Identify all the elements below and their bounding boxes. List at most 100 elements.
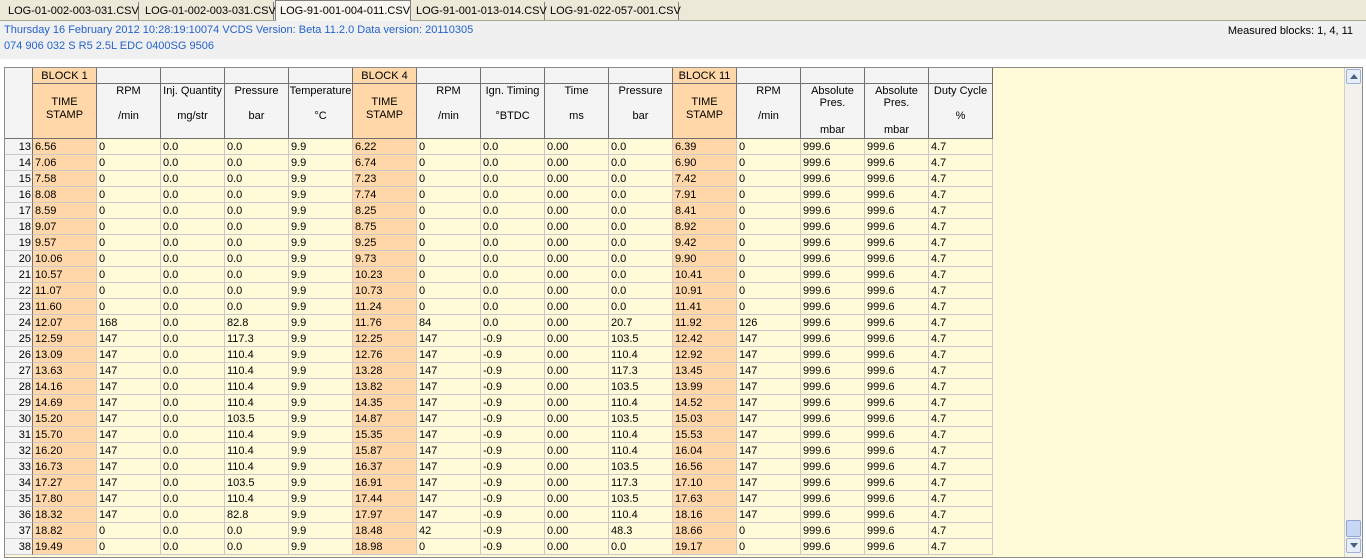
table-cell[interactable]: 0.00: [545, 315, 609, 331]
table-cell[interactable]: 4.7: [929, 331, 993, 347]
table-cell[interactable]: 20.7: [609, 315, 673, 331]
table-cell[interactable]: 0.0: [225, 539, 289, 555]
table-cell[interactable]: 999.6: [865, 139, 929, 155]
table-cell[interactable]: 147: [417, 459, 481, 475]
column-header[interactable]: Pressure bar: [225, 84, 289, 139]
column-header[interactable]: Duty Cycle%: [929, 84, 993, 139]
table-cell[interactable]: 0.00: [545, 299, 609, 315]
table-cell[interactable]: 0: [417, 203, 481, 219]
table-cell[interactable]: 999.6: [801, 299, 865, 315]
table-cell[interactable]: 110.4: [225, 491, 289, 507]
table-cell[interactable]: 0.0: [225, 267, 289, 283]
table-cell[interactable]: 999.6: [865, 395, 929, 411]
table-cell[interactable]: 0.0: [161, 379, 225, 395]
timestamp-cell[interactable]: 10.57: [33, 267, 97, 283]
row-number[interactable]: 30: [5, 411, 33, 427]
row-number[interactable]: 35: [5, 491, 33, 507]
table-cell[interactable]: 0.0: [481, 203, 545, 219]
table-cell[interactable]: 147: [737, 459, 801, 475]
table-cell[interactable]: 147: [97, 379, 161, 395]
table-cell[interactable]: 103.5: [609, 411, 673, 427]
table-cell[interactable]: 0.00: [545, 427, 609, 443]
timestamp-cell[interactable]: 13.28: [353, 363, 417, 379]
timestamp-cell[interactable]: 14.35: [353, 395, 417, 411]
row-number[interactable]: 33: [5, 459, 33, 475]
table-cell[interactable]: 0.0: [225, 171, 289, 187]
timestamp-cell[interactable]: 16.04: [673, 443, 737, 459]
table-cell[interactable]: 9.9: [289, 187, 353, 203]
table-cell[interactable]: -0.9: [481, 379, 545, 395]
table-cell[interactable]: -0.9: [481, 443, 545, 459]
row-number[interactable]: 22: [5, 283, 33, 299]
table-cell[interactable]: 0: [97, 235, 161, 251]
table-cell[interactable]: 0.00: [545, 171, 609, 187]
table-cell[interactable]: 0.0: [481, 251, 545, 267]
table-cell[interactable]: 0: [97, 187, 161, 203]
row-number[interactable]: 28: [5, 379, 33, 395]
table-cell[interactable]: 999.6: [801, 203, 865, 219]
table-cell[interactable]: 0: [737, 155, 801, 171]
table-cell[interactable]: 9.9: [289, 219, 353, 235]
scroll-up-button[interactable]: [1346, 69, 1361, 84]
row-number[interactable]: 15: [5, 171, 33, 187]
column-header[interactable]: TIME STAMP: [673, 84, 737, 139]
table-cell[interactable]: 999.6: [801, 347, 865, 363]
table-cell[interactable]: 4.7: [929, 315, 993, 331]
table-cell[interactable]: -0.9: [481, 523, 545, 539]
table-cell[interactable]: 9.9: [289, 491, 353, 507]
table-cell[interactable]: 0: [737, 203, 801, 219]
table-cell[interactable]: 147: [737, 427, 801, 443]
table-cell[interactable]: 4.7: [929, 203, 993, 219]
table-cell[interactable]: 147: [417, 411, 481, 427]
table-cell[interactable]: -0.9: [481, 347, 545, 363]
file-tab[interactable]: LOG-01-002-003-031.CSV: [141, 2, 276, 20]
table-cell[interactable]: 103.5: [225, 411, 289, 427]
row-number[interactable]: 29: [5, 395, 33, 411]
table-cell[interactable]: 103.5: [609, 379, 673, 395]
table-cell[interactable]: 4.7: [929, 427, 993, 443]
table-cell[interactable]: 9.9: [289, 475, 353, 491]
table-cell[interactable]: 0.00: [545, 203, 609, 219]
table-cell[interactable]: 0.00: [545, 379, 609, 395]
table-cell[interactable]: 0.0: [225, 219, 289, 235]
table-cell[interactable]: 4.7: [929, 379, 993, 395]
table-cell[interactable]: 0.0: [481, 315, 545, 331]
timestamp-cell[interactable]: 17.27: [33, 475, 97, 491]
row-number[interactable]: 14: [5, 155, 33, 171]
timestamp-cell[interactable]: 9.42: [673, 235, 737, 251]
scroll-thumb[interactable]: [1346, 520, 1361, 537]
timestamp-cell[interactable]: 16.37: [353, 459, 417, 475]
table-cell[interactable]: 999.6: [801, 379, 865, 395]
table-cell[interactable]: 999.6: [801, 523, 865, 539]
table-cell[interactable]: 0: [417, 251, 481, 267]
timestamp-cell[interactable]: 12.59: [33, 331, 97, 347]
table-cell[interactable]: 147: [417, 507, 481, 523]
timestamp-cell[interactable]: 16.56: [673, 459, 737, 475]
table-cell[interactable]: 9.9: [289, 395, 353, 411]
table-cell[interactable]: -0.9: [481, 411, 545, 427]
table-cell[interactable]: -0.9: [481, 539, 545, 555]
table-cell[interactable]: 999.6: [801, 155, 865, 171]
table-cell[interactable]: 0: [737, 523, 801, 539]
table-cell[interactable]: 117.3: [609, 475, 673, 491]
table-cell[interactable]: 110.4: [225, 427, 289, 443]
timestamp-cell[interactable]: 17.10: [673, 475, 737, 491]
table-cell[interactable]: 999.6: [801, 171, 865, 187]
table-cell[interactable]: 9.9: [289, 139, 353, 155]
table-cell[interactable]: 0.00: [545, 395, 609, 411]
table-cell[interactable]: 0.00: [545, 523, 609, 539]
table-cell[interactable]: 0.0: [609, 139, 673, 155]
table-cell[interactable]: 147: [417, 427, 481, 443]
table-cell[interactable]: 999.6: [801, 219, 865, 235]
table-cell[interactable]: 147: [737, 379, 801, 395]
column-header[interactable]: Pressure bar: [609, 84, 673, 139]
table-cell[interactable]: -0.9: [481, 427, 545, 443]
table-cell[interactable]: 0.0: [161, 203, 225, 219]
column-header[interactable]: Absolute Pres. mbar: [801, 84, 865, 139]
table-cell[interactable]: 0.0: [481, 283, 545, 299]
timestamp-cell[interactable]: 8.08: [33, 187, 97, 203]
timestamp-cell[interactable]: 17.97: [353, 507, 417, 523]
timestamp-cell[interactable]: 7.58: [33, 171, 97, 187]
table-cell[interactable]: 9.9: [289, 155, 353, 171]
table-cell[interactable]: 0: [97, 155, 161, 171]
